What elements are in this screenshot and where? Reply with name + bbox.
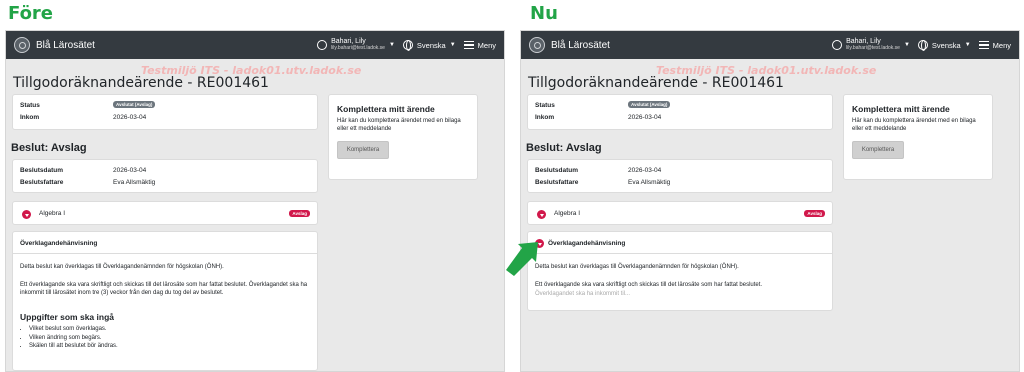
komplettera-text: Här kan du komplettera ärendet med en bi… <box>337 118 461 132</box>
before-screenshot: Blå Lärosätet Bahari, Lily lily.bahari@t… <box>5 30 505 372</box>
course-status-badge: Avslag <box>289 210 310 217</box>
status-label: Status <box>535 102 555 109</box>
requirements-list: Vilket beslut som överklagas. Vilken änd… <box>29 325 118 351</box>
komplettera-card: Komplettera mitt ärende Här kan du kompl… <box>328 94 478 180</box>
beslutsfattare-label: Beslutsfattare <box>535 179 579 186</box>
appeal-paragraph-1: Detta beslut kan överklagas till Överkla… <box>535 264 739 270</box>
komplettera-title: Komplettera mitt ärende <box>337 104 435 114</box>
inkom-label: Inkom <box>20 114 40 121</box>
navbar: Blå Lärosätet Bahari, Lily lily.bahari@t… <box>6 31 504 59</box>
appeal-paragraph-2-line-1: Ett överklagande ska vara skriftligt och… <box>535 282 763 288</box>
brand-name[interactable]: Blå Lärosätet <box>36 40 95 51</box>
user-menu[interactable]: Bahari, Lily lily.bahari@test.ladok.se ▼ <box>317 38 395 52</box>
beslutsfattare-value: Eva Allsmäktig <box>628 179 671 186</box>
user-email: lily.bahari@test.ladok.se <box>846 45 900 51</box>
status-label: Status <box>20 102 40 109</box>
appeal-card: Överklagandehänvisning Detta beslut kan … <box>12 231 318 371</box>
komplettera-title: Komplettera mitt ärende <box>852 104 950 114</box>
user-email: lily.bahari@test.ladok.se <box>331 45 385 51</box>
list-item: Skälen till att beslutet bör ändras. <box>29 342 118 351</box>
course-row[interactable]: Algebra I Avslag <box>12 201 318 225</box>
user-icon <box>832 40 843 50</box>
course-status-badge: Avslag <box>804 210 825 217</box>
komplettera-button[interactable]: Komplettera <box>337 141 389 159</box>
caret-down-icon: ▼ <box>388 42 395 48</box>
language-label: Svenska <box>931 40 961 50</box>
appeal-header: Överklagandehänvisning <box>13 232 317 254</box>
main-menu[interactable]: Meny <box>463 40 496 50</box>
menu-label: Meny <box>992 40 1011 50</box>
decision-card: Beslutsdatum 2026-03-04 Beslutsfattare E… <box>527 159 833 193</box>
appeal-paragraph-2-line-2: Överklagandet ska ha inkommit til... <box>535 291 631 297</box>
inkom-value: 2026-03-04 <box>628 114 662 121</box>
expand-icon[interactable] <box>22 210 31 219</box>
user-menu[interactable]: Bahari, Lily lily.bahari@test.ladok.se ▼ <box>832 38 910 52</box>
expand-icon[interactable] <box>537 210 546 219</box>
globe-icon <box>917 40 928 51</box>
before-heading: Före <box>8 3 54 24</box>
beslutsdatum-label: Beslutsdatum <box>20 167 63 174</box>
caret-down-icon: ▼ <box>449 42 456 48</box>
appeal-paragraph-2: Ett överklagande ska vara skriftligt och… <box>20 282 308 296</box>
decision-card: Beslutsdatum 2026-03-04 Beslutsfattare E… <box>12 159 318 193</box>
course-name: Algebra I <box>554 210 581 217</box>
komplettera-card: Komplettera mitt ärende Här kan du kompl… <box>843 94 993 180</box>
decision-title: Beslut: Avslag <box>11 142 87 154</box>
page-title: Tillgodoräknandeärende - RE001461 <box>13 75 269 91</box>
appeal-card: Överklagandehänvisning Detta beslut kan … <box>527 231 833 311</box>
pointer-arrow-icon <box>506 242 538 276</box>
course-name: Algebra I <box>39 210 66 217</box>
course-row[interactable]: Algebra I Avslag <box>527 201 833 225</box>
requirements-title: Uppgifter som ska ingå <box>20 312 114 322</box>
inkom-label: Inkom <box>535 114 555 121</box>
hamburger-icon <box>978 41 989 49</box>
list-item: Vilket beslut som överklagas. <box>29 325 118 334</box>
main-menu[interactable]: Meny <box>978 40 1011 50</box>
brand-name[interactable]: Blå Lärosätet <box>551 40 610 51</box>
university-logo-icon[interactable] <box>14 37 30 53</box>
user-name: Bahari, Lily <box>331 38 366 45</box>
status-badge: Avslutat (Avslag) <box>113 101 156 108</box>
globe-icon <box>402 40 413 51</box>
language-menu[interactable]: Svenska ▼ <box>402 40 456 51</box>
university-logo-icon[interactable] <box>529 37 545 53</box>
after-screenshot: Blå Lärosätet Bahari, Lily lily.bahari@t… <box>520 30 1020 372</box>
language-label: Svenska <box>416 40 446 50</box>
beslutsdatum-value: 2026-03-04 <box>113 167 147 174</box>
decision-title: Beslut: Avslag <box>526 142 602 154</box>
after-heading: Nu <box>530 3 558 24</box>
navbar: Blå Lärosätet Bahari, Lily lily.bahari@t… <box>521 31 1019 59</box>
appeal-title[interactable]: Överklagandehänvisning <box>548 240 625 247</box>
komplettera-text: Här kan du komplettera ärendet med en bi… <box>852 118 976 132</box>
user-name: Bahari, Lily <box>846 38 881 45</box>
user-icon <box>317 40 328 50</box>
status-badge: Avslutat (Avslag) <box>628 101 671 108</box>
list-item: Vilken ändring som begärs. <box>29 334 118 343</box>
caret-down-icon: ▼ <box>964 42 971 48</box>
page-title: Tillgodoräknandeärende - RE001461 <box>528 75 784 91</box>
caret-down-icon: ▼ <box>903 42 910 48</box>
status-card: Status Avslutat (Avslag) Inkom 2026-03-0… <box>12 94 318 130</box>
komplettera-button[interactable]: Komplettera <box>852 141 904 159</box>
menu-label: Meny <box>477 40 496 50</box>
language-menu[interactable]: Svenska ▼ <box>917 40 971 51</box>
beslutsfattare-value: Eva Allsmäktig <box>113 179 156 186</box>
beslutsfattare-label: Beslutsfattare <box>20 179 64 186</box>
appeal-header[interactable]: Överklagandehänvisning <box>528 232 832 254</box>
beslutsdatum-value: 2026-03-04 <box>628 167 662 174</box>
hamburger-icon <box>463 41 474 49</box>
appeal-paragraph-1: Detta beslut kan överklagas till Överkla… <box>20 264 224 270</box>
beslutsdatum-label: Beslutsdatum <box>535 167 578 174</box>
appeal-title: Överklagandehänvisning <box>20 240 98 247</box>
inkom-value: 2026-03-04 <box>113 114 147 121</box>
status-card: Status Avslutat (Avslag) Inkom 2026-03-0… <box>527 94 833 130</box>
